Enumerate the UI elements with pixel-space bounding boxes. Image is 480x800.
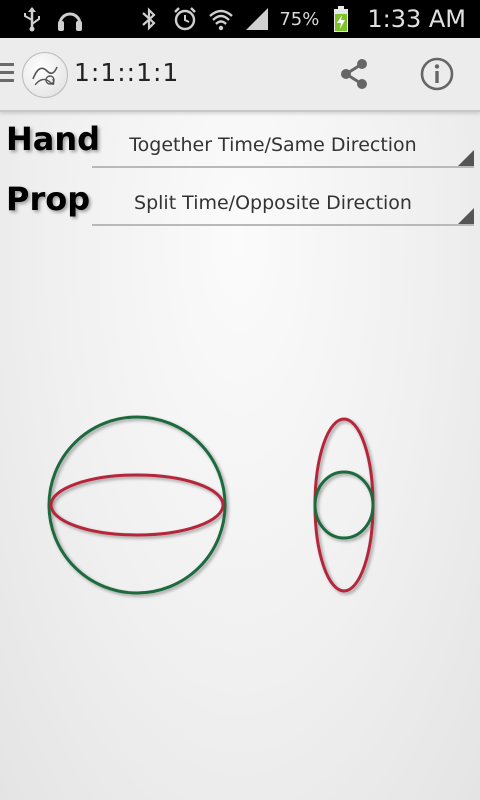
drawer-icon[interactable] bbox=[0, 63, 14, 85]
right-green-ring bbox=[313, 470, 375, 540]
hand-spinner[interactable]: Together Time/Same Direction bbox=[92, 126, 474, 168]
dropdown-arrow-icon bbox=[458, 208, 474, 224]
info-icon bbox=[418, 57, 456, 97]
app-title: 1:1::1:1 bbox=[74, 58, 180, 87]
hand-label: Hand bbox=[6, 120, 101, 158]
share-icon bbox=[334, 59, 374, 98]
left-red-ring bbox=[49, 473, 225, 537]
alarm-icon bbox=[171, 5, 199, 33]
wifi-icon bbox=[207, 5, 235, 33]
prop-spinner[interactable]: Split Time/Opposite Direction bbox=[92, 184, 474, 226]
battery-percent: 75% bbox=[279, 8, 320, 30]
status-time: 1:33 AM bbox=[367, 5, 466, 33]
right-hand-pattern bbox=[313, 417, 375, 593]
bluetooth-icon bbox=[135, 5, 163, 33]
pattern-diagram bbox=[0, 390, 480, 620]
prop-label: Prop bbox=[6, 180, 91, 218]
dropdown-arrow-icon bbox=[458, 150, 474, 166]
headphones-icon bbox=[56, 5, 84, 33]
left-hand-pattern bbox=[47, 415, 227, 595]
battery-charging-icon bbox=[327, 5, 355, 33]
app-logo-icon[interactable] bbox=[22, 52, 68, 98]
signal-icon bbox=[243, 5, 271, 33]
share-button[interactable] bbox=[334, 54, 374, 94]
right-red-ring bbox=[313, 417, 375, 593]
hand-spinner-value: Together Time/Same Direction bbox=[129, 134, 417, 156]
usb-icon bbox=[18, 5, 46, 33]
info-button[interactable] bbox=[418, 55, 456, 93]
prop-spinner-value: Split Time/Opposite Direction bbox=[134, 192, 412, 214]
left-green-ring bbox=[47, 415, 227, 595]
status-bar: 75% 1:33 AM bbox=[0, 0, 480, 38]
action-bar: 1:1::1:1 bbox=[0, 38, 480, 112]
